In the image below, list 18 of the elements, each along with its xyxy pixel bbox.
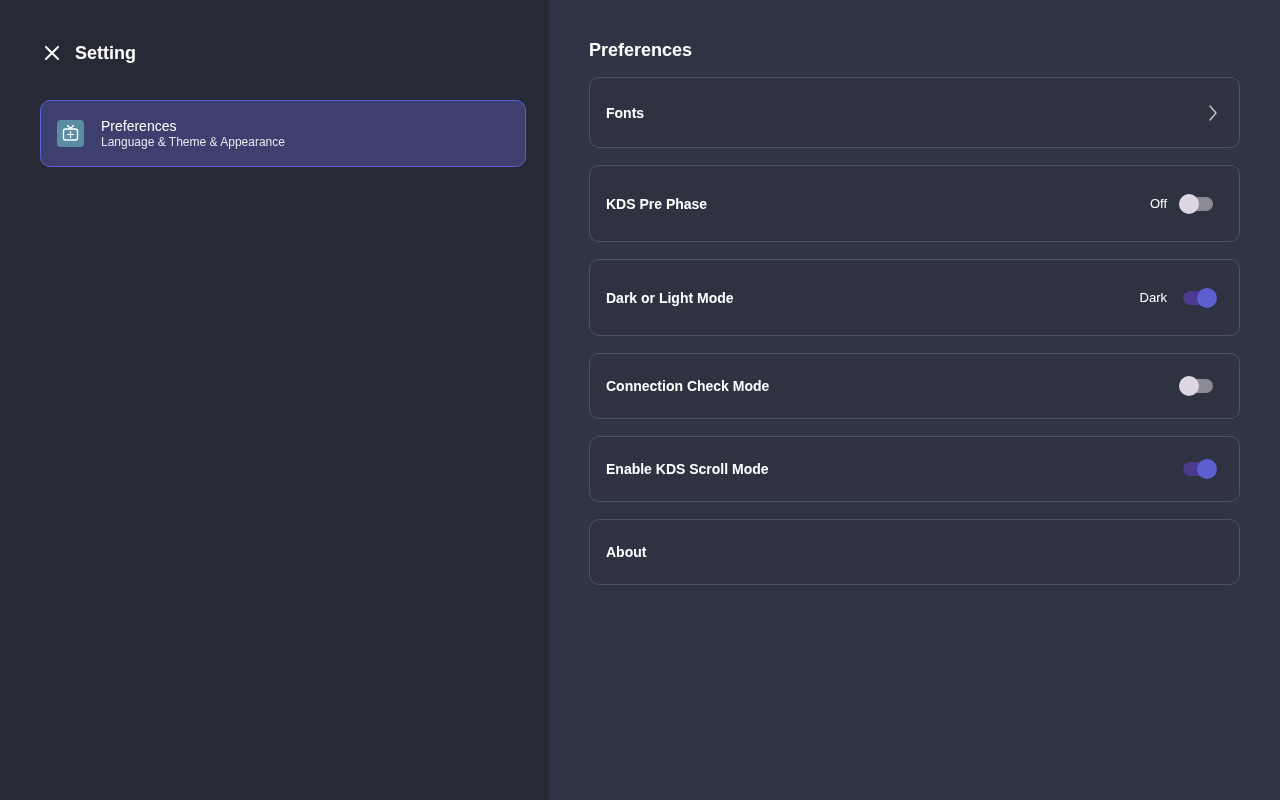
toggle-value: Dark (1139, 290, 1167, 305)
toggle-value: Off (1149, 196, 1167, 211)
tv-icon (57, 120, 84, 147)
close-icon (45, 46, 59, 60)
setting-row[interactable]: Fonts (589, 77, 1240, 148)
setting-label: Enable KDS Scroll Mode (606, 461, 769, 477)
setting-row[interactable]: About (589, 519, 1240, 585)
section-title: Preferences (589, 39, 694, 62)
setting-label: Dark or Light Mode (606, 289, 734, 306)
setting-label: Fonts (606, 104, 645, 121)
sidebar-item-subtitle: Language & Theme & Appearance (101, 134, 285, 150)
sidebar-item-title: Preferences (101, 117, 178, 135)
setting-label: Connection Check Mode (606, 378, 770, 394)
chevron-right-icon (1209, 104, 1217, 121)
sidebar-title: Setting (75, 42, 136, 64)
setting-label: About (606, 544, 647, 560)
setting-label: KDS Pre Phase (606, 195, 708, 212)
sidebar-item[interactable]: Preferences Language & Theme & Appearance (40, 100, 526, 167)
